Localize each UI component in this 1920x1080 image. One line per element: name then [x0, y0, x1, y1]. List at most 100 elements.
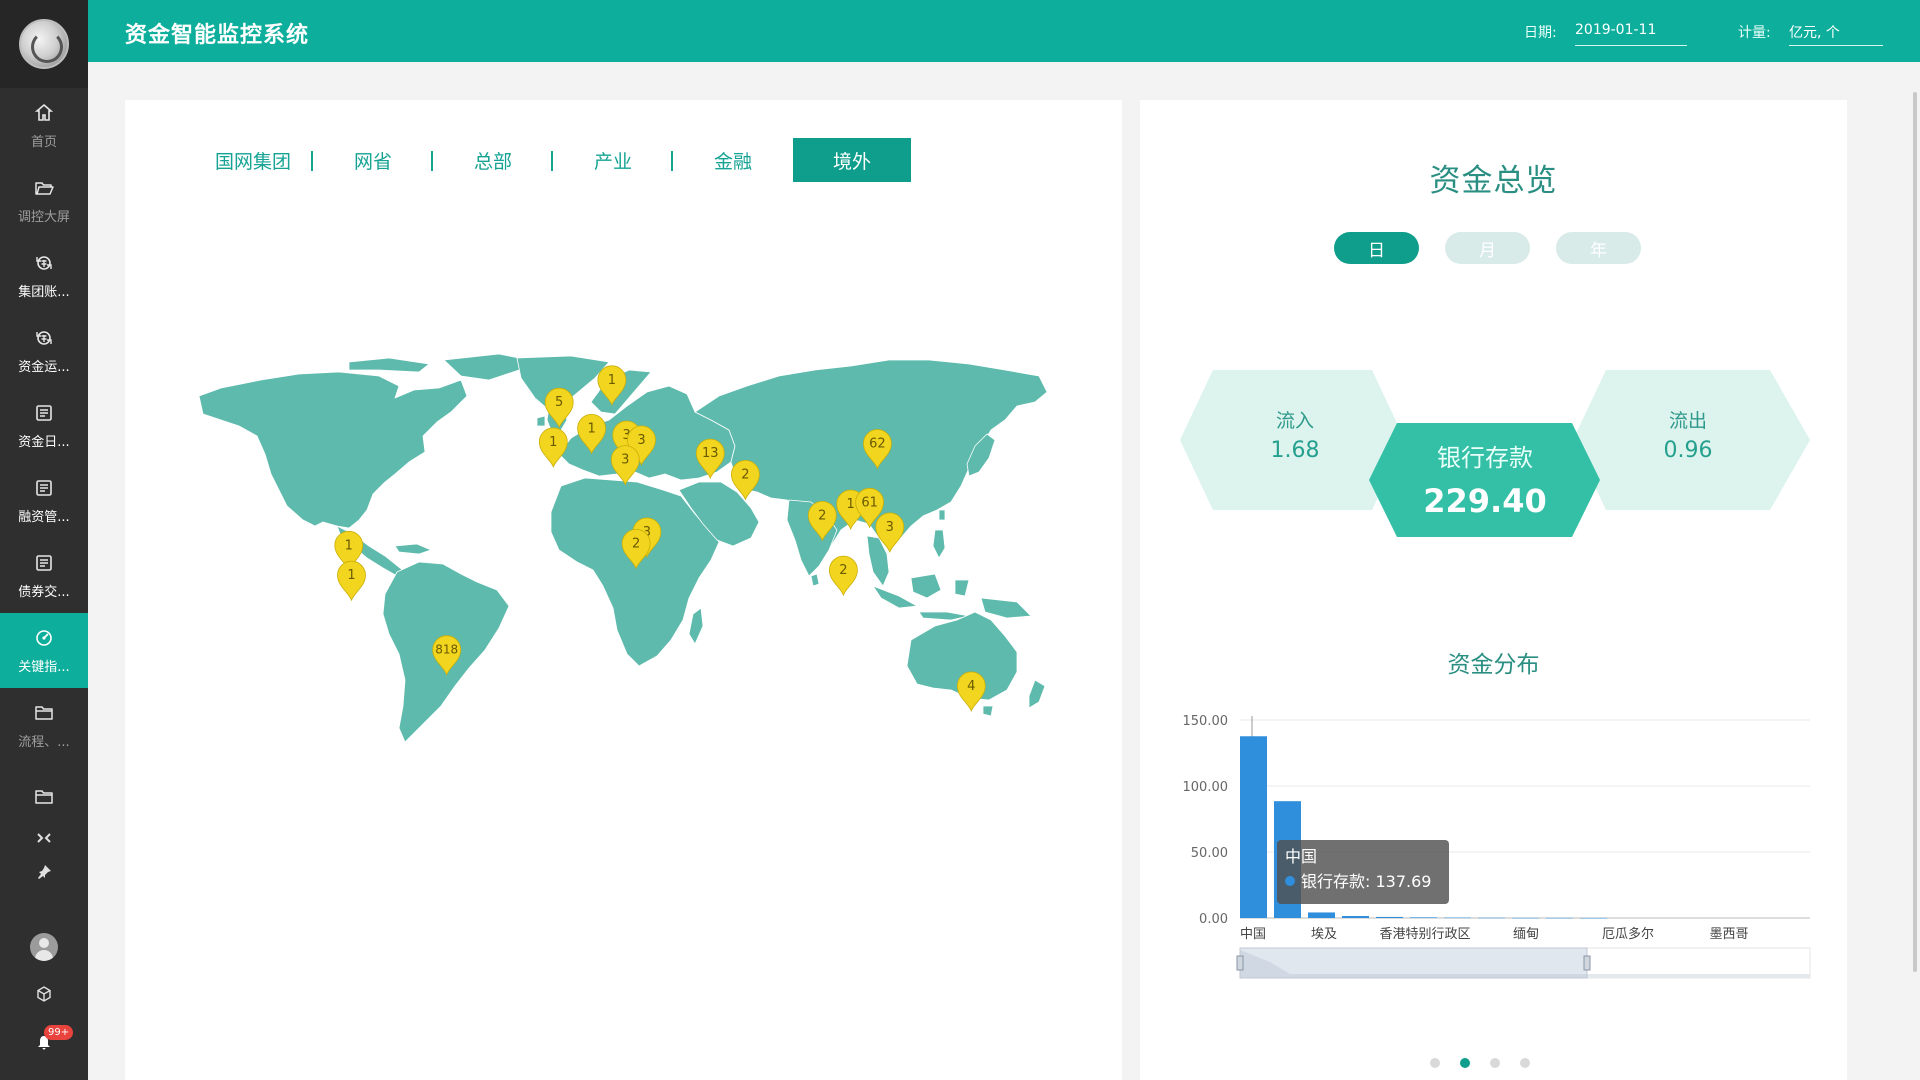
- sidebar-item-7[interactable]: 债券交...: [0, 538, 88, 613]
- sidebar-item-label: 集团账...: [18, 284, 70, 300]
- sidebar-item-label: 调控大屏: [17, 209, 70, 225]
- distribution-title: 资金分布: [1447, 652, 1540, 678]
- sidebar-item-4[interactable]: 资金运...: [0, 313, 88, 388]
- map-marker-label: 3: [637, 433, 645, 448]
- map-panel: 国网集团 网省 总部 产业 金融 境外 5 1 1 1 3 3 3 13 2 6…: [125, 100, 1122, 1080]
- tab-2[interactable]: 网省: [313, 138, 433, 182]
- chart-bar[interactable]: [1410, 917, 1437, 918]
- sidebar-item-5[interactable]: 资金日...: [0, 388, 88, 463]
- zoom-handle-left[interactable]: [1236, 955, 1244, 971]
- chart-bar[interactable]: [1444, 917, 1471, 919]
- currency-exchange-icon: [33, 252, 55, 274]
- page-scrollbar[interactable]: [1913, 92, 1917, 972]
- pin-icon: [38, 865, 51, 879]
- map-marker-label: 61: [861, 495, 878, 510]
- date-label: 日期:: [1524, 25, 1557, 41]
- map-marker-label: 4: [967, 679, 975, 694]
- chart-bar[interactable]: [1308, 912, 1335, 918]
- period-3-button[interactable]: 年: [1556, 232, 1641, 264]
- map-marker[interactable]: 1: [538, 427, 568, 469]
- zoom-handle-right[interactable]: [1583, 955, 1591, 971]
- sidebar-item-label: 首页: [30, 134, 57, 150]
- tab-3[interactable]: 总部: [433, 138, 553, 182]
- tab-1[interactable]: 国网集团: [193, 138, 313, 182]
- map-marker[interactable]: 4: [956, 671, 986, 713]
- home-icon: [33, 102, 55, 124]
- date-field[interactable]: 2019-01-11: [1575, 16, 1687, 46]
- sidebar-item-3[interactable]: 集团账...: [0, 238, 88, 313]
- distribution-chart[interactable]: 0.0050.00100.00150.00中国 埃及 香港特别行政区 缅甸 厄瓜多尔 墨西…: [1140, 700, 1847, 990]
- gauge-icon: [33, 627, 55, 649]
- map-marker-label: 62: [869, 437, 886, 452]
- chart-bar[interactable]: [1512, 917, 1539, 919]
- carousel-dot[interactable]: [1460, 1058, 1470, 1068]
- chart-bar[interactable]: [1342, 916, 1369, 918]
- deposit-value: 229.40: [1423, 482, 1547, 520]
- tooltip-title: 中国: [1285, 847, 1317, 866]
- sidebar-item-1[interactable]: 首页: [0, 88, 88, 163]
- map-marker[interactable]: 1: [337, 560, 366, 602]
- carousel-dot[interactable]: [1430, 1058, 1440, 1068]
- map-marker-label: 3: [886, 520, 894, 535]
- unit-select[interactable]: 亿元, 个: [1789, 16, 1883, 46]
- sidebar-item-label: 债券交...: [18, 584, 70, 600]
- tooltip-value: 银行存款: 137.69: [1301, 872, 1431, 891]
- folder-open-icon: [33, 177, 55, 199]
- map-marker-label: 1: [345, 538, 353, 553]
- folder-icon: [33, 702, 55, 724]
- period-1-button[interactable]: 日: [1334, 232, 1419, 264]
- sidebar-item-6[interactable]: 融资管...: [0, 463, 88, 538]
- map-marker-label: 1: [608, 373, 616, 388]
- unit-label: 计量:: [1738, 25, 1771, 41]
- period-2-button[interactable]: 月: [1445, 232, 1530, 264]
- sidebar-item-label: 资金日...: [18, 434, 70, 450]
- report-icon: [33, 477, 55, 499]
- chart-bar[interactable]: [1478, 917, 1505, 919]
- map-marker[interactable]: 3: [610, 445, 640, 486]
- tab-6[interactable]: 境外: [793, 138, 911, 182]
- map-marker[interactable]: 2: [829, 555, 858, 597]
- y-tick-label: 0.00: [1199, 912, 1228, 927]
- tab-5[interactable]: 金融: [673, 138, 793, 182]
- carousel-dot[interactable]: [1490, 1058, 1500, 1068]
- deposit-label: 银行存款: [1437, 444, 1533, 472]
- top-header: 资金智能监控系统 日期: 2019-01-11 计量: 亿元, 个: [88, 0, 1920, 62]
- world-map[interactable]: 5111 3 33 132621 6123322118184: [199, 350, 1049, 790]
- chart-bar[interactable]: [1580, 917, 1607, 919]
- sidebar-item-9[interactable]: 流程、...: [0, 688, 88, 763]
- sidebar-item-2[interactable]: 调控大屏: [0, 163, 88, 238]
- company-logo[interactable]: [0, 0, 88, 88]
- outflow-label: 流出: [1668, 410, 1707, 432]
- map-marker-label: 2: [741, 467, 749, 482]
- arrows-in-icon: [37, 833, 51, 843]
- carousel-dots: [1430, 1058, 1530, 1068]
- sidebar-item-label: 关键指...: [18, 659, 70, 675]
- y-tick-label: 50.00: [1191, 846, 1228, 861]
- inflow-value: 1.68: [1270, 438, 1320, 463]
- map-marker-label: 1: [847, 497, 855, 512]
- collapse-toggle[interactable]: [0, 824, 88, 852]
- chart-bar[interactable]: [1546, 917, 1573, 919]
- cube-icon: [37, 986, 51, 1002]
- map-marker-label: 2: [632, 536, 640, 551]
- x-tick-label: 埃及: [1311, 927, 1337, 942]
- sidebar-item-label: 资金运...: [18, 359, 70, 375]
- notification-badge: 99+: [44, 1025, 74, 1040]
- chart-bar[interactable]: [1240, 736, 1267, 918]
- y-tick-label: 150.00: [1183, 714, 1229, 729]
- map-marker-label: 13: [702, 446, 719, 461]
- app-title: 资金智能监控系统: [125, 23, 310, 48]
- user-avatar[interactable]: [30, 933, 58, 961]
- x-tick-label: 香港特别行政区: [1379, 927, 1470, 942]
- x-tick-label: 中国: [1240, 927, 1266, 942]
- fund-summary: 流入 1.68 流出 0.96 银行存款 229.40: [1180, 370, 1810, 550]
- outflow-value: 0.96: [1663, 438, 1713, 463]
- pin-button[interactable]: [0, 858, 88, 886]
- map-marker-label: 5: [555, 395, 563, 410]
- cube-button[interactable]: [0, 980, 88, 1008]
- chart-bar[interactable]: [1376, 916, 1403, 918]
- tab-4[interactable]: 产业: [553, 138, 673, 182]
- carousel-dot[interactable]: [1520, 1058, 1530, 1068]
- zoom-window[interactable]: [1239, 947, 1588, 979]
- sidebar-item-8[interactable]: 关键指...: [0, 613, 88, 688]
